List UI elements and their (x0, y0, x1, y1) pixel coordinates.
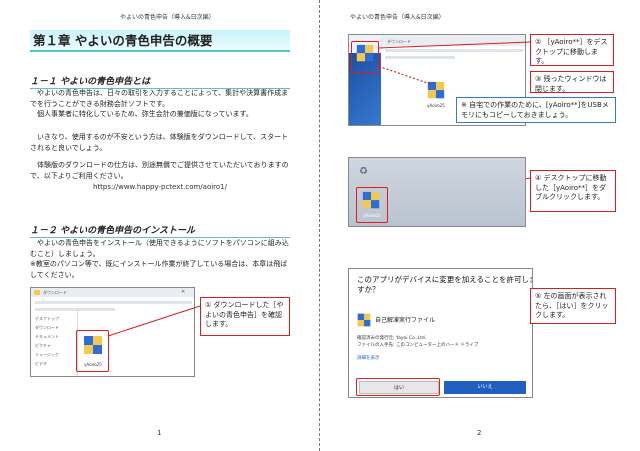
close-icon[interactable]: ✕ (181, 289, 185, 295)
section2-paragraph-2: ※教室のパソコン等で、既にインストール作業が終了している場合は、本章は飛ばしてく… (30, 260, 288, 279)
folder-icon (34, 290, 40, 295)
file-label: yAoiro25 (427, 103, 445, 108)
window-titlebar: ダウンロード ✕ (31, 288, 194, 297)
callout-step-3: ③ 残ったウィンドウは閉じます。 (530, 71, 614, 93)
installer-app-icon (357, 312, 371, 327)
usb-copy-note: ※ 自宅での作業のために、[yAoiro**]をUSBメモリにもコピーしておきま… (456, 97, 616, 123)
download-folder-screenshot: ダウンロード ✕ デスクトップ ダウンロード ドキュメント ピクチャ ミュージッ… (30, 287, 195, 377)
section1-paragraph-1: やよいの青色申告は、日々の取引を入力することによって、集計や決算書作成までを行う… (30, 89, 289, 108)
dialog-app-name: 自己解凍実行ファイル (375, 317, 436, 324)
recycle-bin-icon[interactable]: ♻ (359, 166, 368, 177)
file-label: yAoiro25 (84, 362, 102, 367)
desktop-icon-label: yAoiro25 (363, 213, 381, 218)
section-title-2: １－２ やよいの青色申告のインストール (30, 223, 290, 238)
dialog-title: このアプリがデバイスに変更を加えることを許可しますか？ (357, 275, 533, 294)
callout-step-2: ② ［yAoiro**］をデスクトップに移動します。 (530, 34, 614, 66)
window-title: ダウンロード (387, 39, 411, 44)
section2-paragraph-1: やよいの青色申告をインストール（使用できるようにソフトをパソコンに組み込むこと）… (30, 239, 289, 258)
download-url[interactable]: https://www.happy-pctext.com/aoiro1/ (0, 183, 320, 191)
window-titlebar: ダウンロード (381, 37, 525, 46)
nav-item[interactable]: デスクトップ (35, 316, 75, 322)
yes-button-highlight (356, 378, 440, 396)
page-2: やよいの青色申告（導入&日次編） ダウンロード yAoiro25 ② ［yAoi… (320, 0, 640, 451)
section1-paragraph-2: 個人事業者に特化しているため、弥生会計の兼価版になっています。 (37, 110, 253, 118)
section-title-1: １－１ やよいの青色申告とは (30, 74, 290, 89)
yaoiro-desktop-shortcut-icon[interactable] (361, 190, 381, 212)
nav-item[interactable]: ビデオ (35, 361, 75, 367)
page-header: やよいの青色申告（導入&日次編） (120, 14, 215, 21)
chapter-title: 第１章 やよいの青色申告の概要 (30, 30, 290, 52)
dialog-details-link[interactable]: 詳細を表示 (357, 355, 380, 361)
nav-item[interactable]: ドキュメント (35, 334, 75, 340)
nav-pane: デスクトップ ダウンロード ドキュメント ピクチャ ミュージック ビデオ (35, 316, 75, 370)
yaoiro-folder-icon[interactable] (426, 80, 446, 102)
yaoiro-desktop-icon[interactable] (355, 43, 375, 65)
page-number: 2 (477, 429, 482, 437)
page-header: やよいの青色申告（導入&日次編） (350, 14, 445, 21)
callout-step-1: ① ダウンロードした［やよいの青色申告］を確認します。 (200, 297, 290, 336)
dialog-no-button[interactable]: いいえ (444, 381, 526, 394)
page-number: 1 (157, 429, 162, 437)
nav-item[interactable]: ダウンロード (35, 325, 75, 331)
section1-paragraph-3: いきなり、使用するのが不安という方は、体験版をダウンロードして、スタートされると… (30, 133, 289, 152)
window-title: ダウンロード (43, 290, 67, 295)
section1-paragraph-4: 体験版のダウンロードの仕方は、別途無償でご提供させていただいておりますので、以下… (30, 161, 289, 180)
yaoiro-installer-icon[interactable] (82, 334, 104, 358)
dialog-publisher: 確認済みの発行元: Yayoi Co.,Ltd. (357, 336, 427, 341)
callout-step-5: ⑤ 左の画面が表示されたら、［はい］をクリックします。 (530, 288, 616, 324)
page-1: やよいの青色申告（導入&日次編） 第１章 やよいの青色申告の概要 １－１ やよい… (0, 0, 320, 451)
dialog-origin: ファイルの入手先: このコンピューター上のハード ドライブ (357, 343, 479, 348)
nav-item[interactable]: ピクチャ (35, 343, 75, 349)
nav-item[interactable]: ミュージック (35, 352, 75, 358)
callout-step-4: ④ デスクトップに移動した［yAoiro**］をダブルクリックします。 (530, 170, 616, 212)
